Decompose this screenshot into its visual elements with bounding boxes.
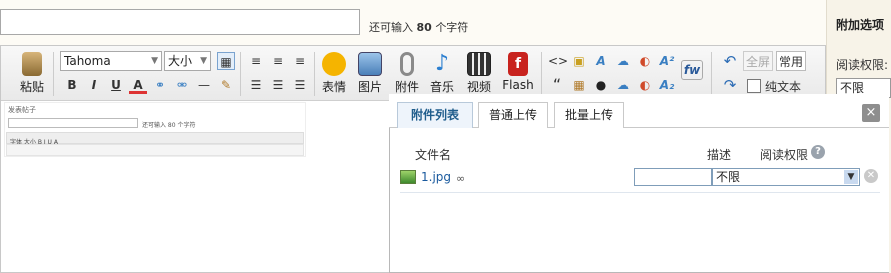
emoticon-label: 表情	[321, 80, 346, 94]
qq-icon[interactable]: ●	[592, 76, 610, 94]
column-read-permission: 阅读权限	[760, 148, 809, 162]
undo-icon[interactable]: ↶	[721, 52, 739, 70]
table-icon[interactable]: ▦	[217, 52, 235, 70]
color-wheel-icon[interactable]: ◐	[636, 76, 654, 94]
delete-file-icon[interactable]: ✕	[864, 169, 878, 183]
toolbar-divider	[541, 52, 542, 96]
clipboard-icon	[22, 52, 42, 76]
horizontal-rule-icon[interactable]: —	[195, 76, 213, 94]
italic-button[interactable]: I	[85, 76, 103, 94]
indent-icon[interactable]: ☰	[291, 76, 309, 94]
text-style-icon[interactable]: A	[592, 52, 610, 70]
align-right-icon[interactable]: ≡	[291, 52, 309, 70]
smiley-icon	[322, 52, 346, 76]
toolbar-divider	[314, 52, 315, 96]
cloud-icon[interactable]: ☁	[614, 76, 632, 94]
read-permission-label: 阅读权限:	[836, 58, 889, 72]
row-divider	[400, 192, 880, 193]
cloud-icon[interactable]: ☁	[614, 52, 632, 70]
music-label: 音乐	[429, 80, 454, 94]
image-icon	[358, 52, 382, 76]
font-family-select[interactable]: Tahoma ▼	[60, 51, 162, 71]
align-left-icon[interactable]: ≡	[247, 52, 265, 70]
unlink-icon[interactable]: ⚮	[173, 76, 191, 94]
attachment-button[interactable]: 附件	[390, 52, 424, 95]
thumbnail-body	[6, 144, 304, 156]
paste-button[interactable]: 粘贴	[15, 52, 49, 95]
format-brush-icon[interactable]: ✎	[217, 76, 235, 94]
insert-link-icon[interactable]: ∞	[456, 172, 465, 185]
hide-content-icon[interactable]: ▦	[570, 76, 588, 94]
help-icon[interactable]: ?	[811, 145, 825, 159]
plaintext-checkbox[interactable]	[747, 79, 761, 93]
link-icon[interactable]: ⚭	[151, 76, 169, 94]
paste-label: 粘贴	[19, 80, 44, 94]
quote-icon[interactable]: “	[548, 76, 566, 94]
code-icon[interactable]: <>	[548, 52, 568, 70]
close-icon[interactable]: ×	[862, 104, 880, 122]
attachment-label: 附件	[394, 80, 419, 94]
music-icon: ♪	[434, 51, 450, 76]
chevron-down-icon: ▼	[200, 56, 207, 66]
side-panel-title: 附加选项	[836, 18, 885, 32]
redo-icon[interactable]: ↷	[721, 76, 739, 94]
column-file-name: 文件名	[415, 148, 452, 162]
flash-label: Flash	[502, 78, 534, 92]
color-wheel-icon[interactable]: ◐	[636, 52, 654, 70]
thumbnail-input	[8, 118, 138, 128]
editor-toolbar: 粘贴 Tahoma ▼ 大小 ▼ ▦ B I U A ⚭ ⚮ — ✎ ≡ ≡ ≡…	[1, 46, 825, 101]
music-button[interactable]: ♪ 音乐	[425, 52, 459, 95]
thumbnail-count: 还可输入 80 个字符	[142, 122, 196, 129]
toolbar-divider	[240, 52, 241, 96]
file-permission-value: 不限	[716, 170, 741, 184]
align-center-icon[interactable]: ≡	[269, 52, 287, 70]
file-name-link[interactable]: 1.jpg	[421, 170, 451, 184]
superscript-icon[interactable]: A²	[658, 52, 676, 70]
font-color-button[interactable]: A	[129, 76, 147, 94]
tab-attachment-list[interactable]: 附件列表	[397, 102, 473, 128]
video-label: 视频	[466, 80, 491, 94]
image-button[interactable]: 图片	[353, 52, 387, 95]
video-button[interactable]: 视频	[462, 52, 496, 95]
font-family-value: Tahoma	[64, 54, 111, 68]
image-label: 图片	[357, 80, 382, 94]
underline-button[interactable]: U	[107, 76, 125, 94]
char-count-value: 80	[416, 21, 432, 34]
common-button[interactable]: 常用	[776, 51, 806, 71]
plaintext-label: 纯文本	[765, 80, 802, 94]
tab-batch-upload[interactable]: 批量上传	[554, 102, 624, 128]
tab-normal-upload[interactable]: 普通上传	[478, 102, 548, 128]
chevron-down-icon: ▼	[151, 56, 158, 66]
free-write-icon[interactable]: fw	[681, 60, 703, 80]
font-size-value: 大小	[168, 54, 193, 68]
attachment-tabs: 附件列表 普通上传 批量上传	[389, 94, 889, 128]
file-permission-select[interactable]: 不限 ▼	[712, 168, 860, 186]
char-count-prefix: 还可输入	[369, 21, 413, 34]
image-file-icon	[400, 170, 416, 184]
fullscreen-button[interactable]: 全屏	[743, 51, 773, 71]
file-description-input[interactable]	[634, 168, 712, 186]
thumbnail-toolbar: 字体 大小 B I U A	[6, 132, 304, 146]
char-count-hint: 还可输入 80 个字符	[369, 19, 468, 35]
thumbnail-title: 发表帖子	[8, 106, 36, 114]
bold-button[interactable]: B	[63, 76, 81, 94]
toolbar-divider	[53, 52, 54, 96]
post-title-input[interactable]	[0, 9, 360, 35]
flash-icon: f	[508, 52, 528, 76]
unordered-list-icon[interactable]: ☰	[269, 76, 287, 94]
emoticon-button[interactable]: 表情	[317, 52, 351, 95]
column-description: 描述	[707, 148, 732, 162]
font-size-select[interactable]: 大小 ▼	[164, 51, 211, 71]
lock-icon[interactable]: ▣	[570, 52, 588, 70]
ordered-list-icon[interactable]: ☰	[247, 76, 265, 94]
paperclip-icon	[400, 52, 414, 76]
flash-button[interactable]: f Flash	[499, 52, 537, 92]
toolbar-divider	[711, 52, 712, 96]
video-icon	[467, 52, 491, 76]
chevron-down-icon: ▼	[844, 170, 858, 184]
char-count-suffix: 个字符	[435, 21, 469, 34]
subscript-icon[interactable]: A₂	[658, 76, 676, 94]
